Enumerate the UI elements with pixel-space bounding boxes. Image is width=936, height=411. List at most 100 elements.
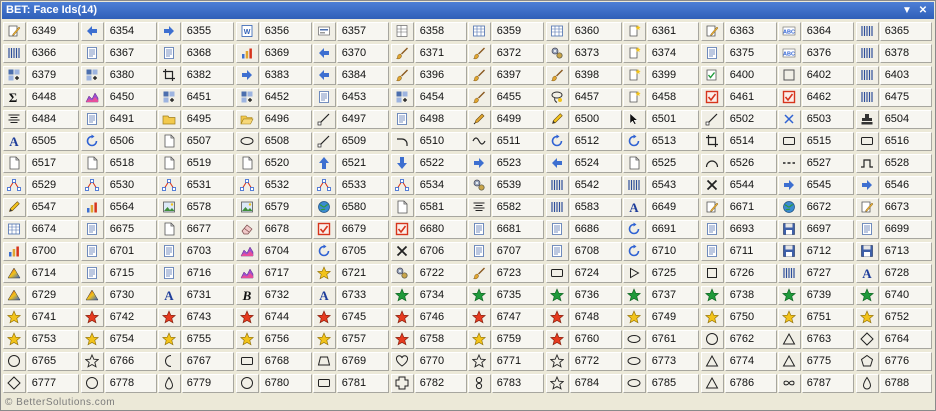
face-id-button[interactable] bbox=[701, 175, 724, 195]
face-id-button[interactable] bbox=[856, 219, 879, 239]
face-id-button[interactable] bbox=[3, 219, 26, 239]
face-id-button[interactable] bbox=[546, 175, 569, 195]
face-id-button[interactable] bbox=[313, 329, 336, 349]
face-id-button[interactable] bbox=[313, 21, 336, 41]
face-id-button[interactable] bbox=[623, 87, 646, 107]
face-id-button[interactable] bbox=[701, 65, 724, 85]
face-id-button[interactable] bbox=[81, 285, 104, 305]
face-id-button[interactable] bbox=[81, 329, 104, 349]
face-id-button[interactable] bbox=[778, 153, 801, 173]
face-id-button[interactable] bbox=[391, 109, 414, 129]
face-id-button[interactable] bbox=[623, 153, 646, 173]
face-id-button[interactable]: ABC bbox=[778, 21, 801, 41]
face-id-button[interactable] bbox=[236, 373, 259, 393]
face-id-button[interactable] bbox=[81, 241, 104, 261]
face-id-button[interactable] bbox=[3, 65, 26, 85]
face-id-button[interactable] bbox=[546, 351, 569, 371]
face-id-button[interactable] bbox=[391, 43, 414, 63]
face-id-button[interactable] bbox=[236, 219, 259, 239]
face-id-button[interactable] bbox=[856, 197, 879, 217]
face-id-button[interactable] bbox=[3, 21, 26, 41]
face-id-button[interactable] bbox=[81, 65, 104, 85]
face-id-button[interactable] bbox=[546, 21, 569, 41]
face-id-button[interactable] bbox=[856, 285, 879, 305]
face-id-button[interactable] bbox=[3, 241, 26, 261]
face-id-button[interactable] bbox=[546, 153, 569, 173]
face-id-button[interactable] bbox=[701, 263, 724, 283]
face-id-button[interactable] bbox=[158, 329, 181, 349]
close-icon[interactable]: ✕ bbox=[916, 2, 930, 19]
face-id-button[interactable]: A bbox=[158, 285, 181, 305]
face-id-button[interactable] bbox=[3, 351, 26, 371]
face-id-button[interactable] bbox=[3, 329, 26, 349]
face-id-button[interactable] bbox=[468, 241, 491, 261]
face-id-button[interactable] bbox=[701, 197, 724, 217]
face-id-button[interactable] bbox=[546, 131, 569, 151]
face-id-button[interactable] bbox=[313, 351, 336, 371]
face-id-button[interactable]: A bbox=[623, 197, 646, 217]
face-id-button[interactable]: A bbox=[3, 131, 26, 151]
face-id-button[interactable] bbox=[81, 197, 104, 217]
face-id-button[interactable] bbox=[391, 373, 414, 393]
face-id-button[interactable] bbox=[778, 219, 801, 239]
face-id-button[interactable] bbox=[623, 131, 646, 151]
face-id-button[interactable] bbox=[158, 373, 181, 393]
face-id-button[interactable] bbox=[546, 373, 569, 393]
face-id-button[interactable] bbox=[623, 263, 646, 283]
face-id-button[interactable] bbox=[856, 65, 879, 85]
face-id-button[interactable] bbox=[81, 351, 104, 371]
face-id-button[interactable] bbox=[701, 373, 724, 393]
face-id-button[interactable] bbox=[778, 109, 801, 129]
face-id-button[interactable] bbox=[391, 175, 414, 195]
face-id-button[interactable] bbox=[158, 263, 181, 283]
face-id-button[interactable] bbox=[3, 43, 26, 63]
face-id-button[interactable] bbox=[391, 153, 414, 173]
face-id-button[interactable] bbox=[81, 175, 104, 195]
face-id-button[interactable] bbox=[236, 351, 259, 371]
face-id-button[interactable] bbox=[623, 43, 646, 63]
face-id-button[interactable] bbox=[778, 131, 801, 151]
face-id-button[interactable] bbox=[856, 175, 879, 195]
face-id-button[interactable] bbox=[391, 65, 414, 85]
face-id-button[interactable] bbox=[313, 131, 336, 151]
face-id-button[interactable] bbox=[778, 197, 801, 217]
face-id-button[interactable] bbox=[391, 285, 414, 305]
face-id-button[interactable] bbox=[158, 65, 181, 85]
face-id-button[interactable] bbox=[701, 307, 724, 327]
face-id-button[interactable] bbox=[468, 329, 491, 349]
face-id-button[interactable] bbox=[391, 219, 414, 239]
face-id-button[interactable] bbox=[81, 373, 104, 393]
face-id-button[interactable] bbox=[236, 109, 259, 129]
face-id-button[interactable] bbox=[778, 175, 801, 195]
face-id-button[interactable] bbox=[856, 351, 879, 371]
face-id-button[interactable] bbox=[701, 285, 724, 305]
face-id-button[interactable] bbox=[623, 175, 646, 195]
face-id-button[interactable] bbox=[81, 131, 104, 151]
face-id-button[interactable] bbox=[468, 373, 491, 393]
face-id-button[interactable] bbox=[468, 153, 491, 173]
face-id-button[interactable] bbox=[158, 241, 181, 261]
face-id-button[interactable]: ABC bbox=[778, 43, 801, 63]
face-id-button[interactable] bbox=[236, 153, 259, 173]
face-id-button[interactable] bbox=[546, 43, 569, 63]
face-id-button[interactable] bbox=[468, 109, 491, 129]
face-id-button[interactable] bbox=[81, 109, 104, 129]
face-id-button[interactable] bbox=[468, 175, 491, 195]
face-id-button[interactable] bbox=[158, 219, 181, 239]
face-id-button[interactable] bbox=[391, 307, 414, 327]
face-id-button[interactable] bbox=[623, 285, 646, 305]
face-id-button[interactable] bbox=[3, 263, 26, 283]
face-id-button[interactable] bbox=[236, 241, 259, 261]
face-id-button[interactable] bbox=[3, 285, 26, 305]
face-id-button[interactable] bbox=[856, 373, 879, 393]
face-id-button[interactable] bbox=[313, 219, 336, 239]
face-id-button[interactable] bbox=[623, 307, 646, 327]
face-id-button[interactable] bbox=[623, 241, 646, 261]
face-id-button[interactable] bbox=[158, 109, 181, 129]
face-id-button[interactable] bbox=[313, 65, 336, 85]
face-id-button[interactable] bbox=[81, 219, 104, 239]
face-id-button[interactable] bbox=[313, 263, 336, 283]
face-id-button[interactable] bbox=[778, 285, 801, 305]
face-id-button[interactable] bbox=[3, 197, 26, 217]
face-id-button[interactable] bbox=[236, 65, 259, 85]
